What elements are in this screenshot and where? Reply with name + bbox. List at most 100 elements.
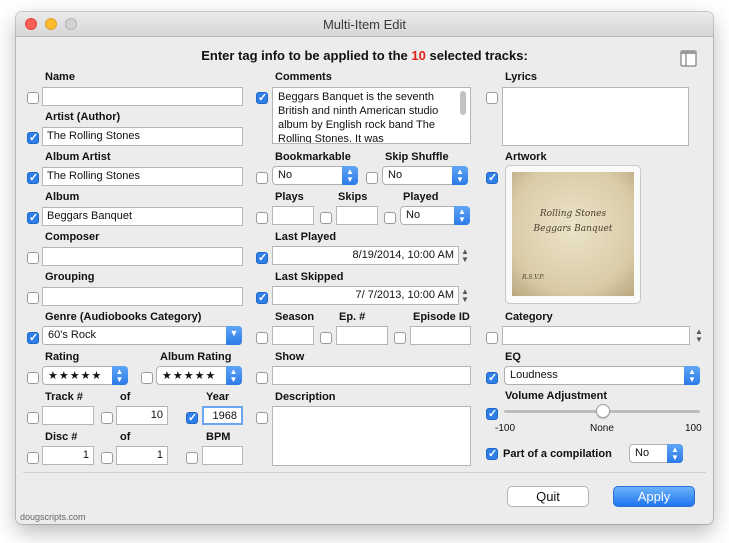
last-skipped-stepper[interactable]: ▲ ▼	[460, 286, 470, 305]
album-rating-popup[interactable]: ★★★★★ ▲ ▼	[156, 366, 242, 385]
composer-checkbox[interactable]	[27, 252, 39, 264]
played-popup[interactable]: No ▲ ▼	[400, 206, 470, 225]
grouping-checkbox[interactable]	[27, 292, 39, 304]
album-rating-checkbox[interactable]	[141, 372, 153, 384]
skips-field[interactable]	[336, 206, 378, 225]
rating-popup[interactable]: ★★★★★ ▲ ▼	[42, 366, 128, 385]
description-checkbox[interactable]	[256, 412, 268, 424]
album-field[interactable]: Beggars Banquet	[42, 207, 243, 226]
track-of-label: of	[120, 391, 131, 403]
name-checkbox[interactable]	[27, 92, 39, 104]
category-stepper[interactable]: ▲ ▼	[694, 326, 704, 345]
up-down-icon[interactable]: ▲ ▼	[452, 166, 468, 185]
genre-combo[interactable]: 60's Rock ▼	[42, 326, 242, 345]
category-field[interactable]	[502, 326, 690, 345]
composer-field[interactable]	[42, 247, 243, 266]
bookmarkable-checkbox[interactable]	[256, 172, 268, 184]
up-down-icon[interactable]: ▲ ▼	[112, 366, 128, 385]
eq-checkbox[interactable]	[486, 371, 498, 385]
quit-button[interactable]: Quit	[507, 486, 589, 507]
compilation-popup[interactable]: No ▲ ▼	[629, 444, 683, 463]
disc-checkbox[interactable]	[27, 452, 39, 464]
skips-checkbox[interactable]	[320, 212, 332, 224]
rating-checkbox[interactable]	[27, 372, 39, 384]
eq-popup[interactable]: Loudness ▲ ▼	[504, 366, 700, 385]
plays-checkbox[interactable]	[256, 212, 268, 224]
comments-label: Comments	[275, 71, 332, 83]
footer-divider	[23, 472, 706, 473]
apply-button[interactable]: Apply	[613, 486, 695, 507]
track-number-field[interactable]	[42, 406, 94, 425]
bpm-field[interactable]	[202, 446, 243, 465]
description-area[interactable]	[272, 406, 471, 466]
track-count-checkbox[interactable]	[101, 412, 113, 424]
episode-number-checkbox[interactable]	[320, 332, 332, 344]
window-list-icon[interactable]	[680, 50, 697, 67]
credit-text: dougscripts.com	[20, 512, 86, 522]
disc-count-field[interactable]: 1	[116, 446, 168, 465]
title-bar: Multi-Item Edit	[16, 12, 713, 37]
album-checkbox[interactable]	[27, 211, 39, 225]
lyrics-checkbox[interactable]	[486, 92, 498, 104]
up-down-icon[interactable]: ▲ ▼	[454, 206, 470, 225]
artist-label: Artist (Author)	[45, 111, 121, 123]
header-instruction: Enter tag info to be applied to the 10 s…	[201, 48, 528, 63]
played-label: Played	[403, 191, 439, 203]
category-checkbox[interactable]	[486, 332, 498, 344]
name-field[interactable]	[42, 87, 243, 106]
genre-checkbox[interactable]	[27, 331, 39, 345]
album-cover-image: Rolling Stones Beggars Banquet R.S.V.P.	[512, 172, 634, 296]
track-count-field[interactable]: 10	[116, 406, 168, 425]
year-field[interactable]: 1968	[202, 406, 243, 425]
season-field[interactable]	[272, 326, 314, 345]
volume-label: Volume Adjustment	[505, 390, 608, 402]
artist-checkbox[interactable]	[27, 131, 39, 145]
last-played-field[interactable]: 8/19/2014, 10:00 AM	[272, 246, 459, 265]
artist-field[interactable]: The Rolling Stones	[42, 127, 243, 146]
artwork-checkbox[interactable]	[486, 171, 498, 185]
comments-checkbox[interactable]	[256, 91, 268, 105]
episode-number-field[interactable]	[336, 326, 388, 345]
season-checkbox[interactable]	[256, 332, 268, 344]
last-skipped-checkbox[interactable]	[256, 291, 268, 305]
comments-scrollbar[interactable]	[460, 91, 466, 115]
grouping-field[interactable]	[42, 287, 243, 306]
episode-id-checkbox[interactable]	[394, 332, 406, 344]
bookmarkable-popup[interactable]: No ▲ ▼	[272, 166, 358, 185]
played-checkbox[interactable]	[384, 212, 396, 224]
skip-shuffle-checkbox[interactable]	[366, 172, 378, 184]
last-played-stepper[interactable]: ▲ ▼	[460, 246, 470, 265]
up-down-icon[interactable]: ▲ ▼	[684, 366, 700, 385]
grouping-label: Grouping	[45, 271, 95, 283]
episode-id-field[interactable]	[410, 326, 471, 345]
lyrics-area[interactable]	[502, 87, 689, 146]
lyrics-label: Lyrics	[505, 71, 538, 83]
episode-id-label: Episode ID	[413, 311, 470, 323]
episode-number-label: Ep. #	[339, 311, 366, 323]
compilation-checkbox[interactable]	[486, 447, 498, 461]
track-checkbox[interactable]	[27, 412, 39, 424]
comments-area[interactable]: Beggars Banquet is the seventh British a…	[272, 87, 471, 144]
disc-count-checkbox[interactable]	[101, 452, 113, 464]
skip-shuffle-popup[interactable]: No ▲ ▼	[382, 166, 468, 185]
chevron-down-icon[interactable]: ▼	[226, 326, 242, 345]
disc-number-field[interactable]: 1	[42, 446, 94, 465]
show-field[interactable]	[272, 366, 471, 385]
volume-slider-knob[interactable]	[596, 404, 610, 418]
last-skipped-field[interactable]: 7/ 7/2013, 10:00 AM	[272, 286, 459, 305]
up-down-icon[interactable]: ▲ ▼	[667, 444, 683, 463]
volume-checkbox[interactable]	[486, 407, 498, 421]
artwork-well[interactable]: Rolling Stones Beggars Banquet R.S.V.P.	[505, 165, 641, 304]
plays-field[interactable]	[272, 206, 314, 225]
year-checkbox[interactable]	[186, 411, 198, 425]
show-checkbox[interactable]	[256, 372, 268, 384]
album-artist-field[interactable]: The Rolling Stones	[42, 167, 243, 186]
up-down-icon[interactable]: ▲ ▼	[342, 166, 358, 185]
last-played-checkbox[interactable]	[256, 251, 268, 265]
up-down-icon[interactable]: ▲ ▼	[226, 366, 242, 385]
album-rating-label: Album Rating	[160, 351, 232, 363]
selected-count: 10	[411, 48, 426, 63]
disc-label: Disc #	[45, 431, 78, 443]
bpm-checkbox[interactable]	[186, 452, 198, 464]
album-artist-checkbox[interactable]	[27, 171, 39, 185]
